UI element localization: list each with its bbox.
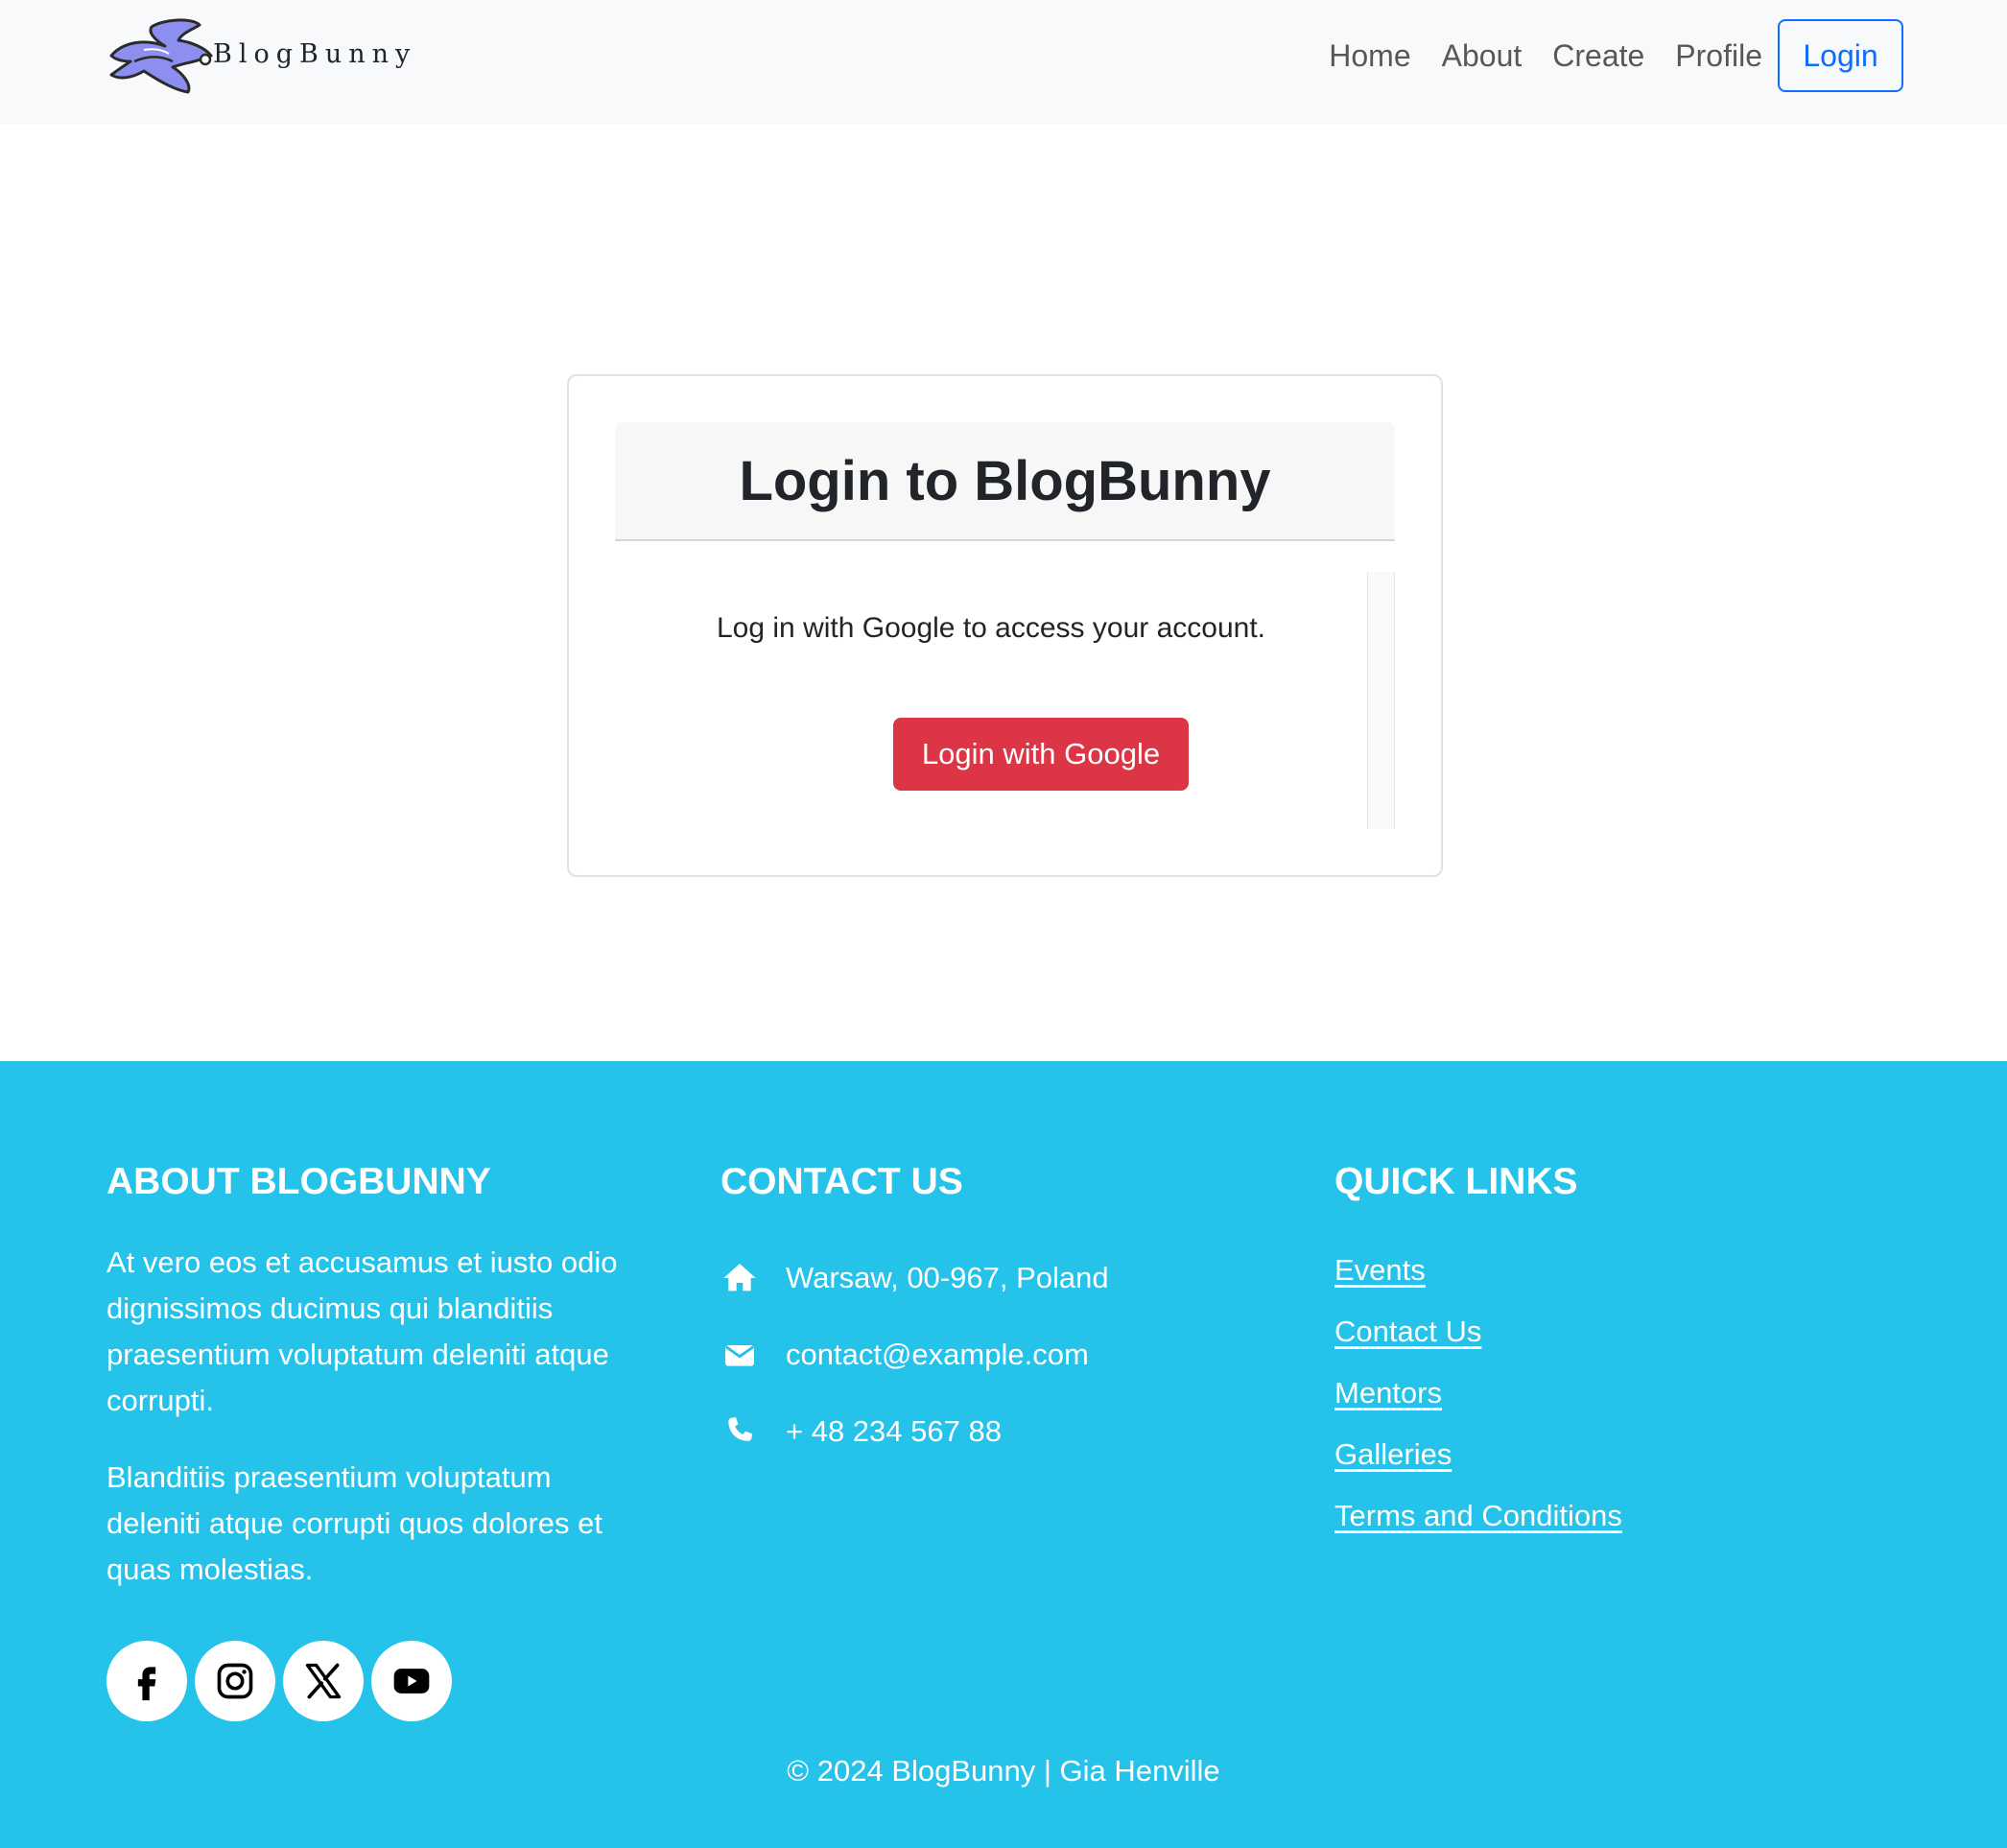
main-nav: Home About Create Profile Login	[1313, 19, 1903, 92]
login-instructions: Log in with Google to access your accoun…	[717, 612, 1265, 644]
footer-contact-column: CONTACT US Warsaw, 00-967, Poland contac…	[720, 1153, 1296, 1470]
quick-links-title: QUICK LINKS	[1334, 1161, 1578, 1202]
email-text[interactable]: contact@example.com	[786, 1338, 1089, 1372]
nav-profile[interactable]: Profile	[1660, 38, 1778, 74]
nav-create[interactable]: Create	[1537, 38, 1660, 74]
contact-phone: + 48 234 567 88	[720, 1393, 1296, 1470]
quick-link-terms[interactable]: Terms and Conditions	[1334, 1485, 1910, 1547]
footer: ABOUT BLOGBUNNY At vero eos et accusamus…	[0, 1061, 2007, 1848]
quick-link-galleries[interactable]: Galleries	[1334, 1424, 1910, 1485]
about-paragraph: At vero eos et accusamus et iusto odio d…	[106, 1245, 618, 1417]
about-title: ABOUT BLOGBUNNY	[106, 1161, 491, 1202]
phone-text: + 48 234 567 88	[786, 1414, 1002, 1448]
nav-home[interactable]: Home	[1313, 38, 1426, 74]
instagram-icon	[217, 1663, 253, 1699]
nav-about[interactable]: About	[1427, 38, 1538, 74]
login-card: Login to BlogBunny Log in with Google to…	[567, 374, 1443, 877]
x-icon	[305, 1663, 342, 1699]
brand-link[interactable]: BlogBunny	[106, 13, 416, 100]
x-link[interactable]	[283, 1641, 364, 1721]
footer-links-column: QUICK LINKS Events Contact Us Mentors Ga…	[1334, 1153, 1910, 1547]
contact-email: contact@example.com	[720, 1316, 1296, 1393]
youtube-link[interactable]	[371, 1641, 452, 1721]
facebook-link[interactable]	[106, 1641, 187, 1721]
social-links	[106, 1641, 653, 1721]
contact-title: CONTACT US	[720, 1161, 963, 1202]
quick-link-mentors[interactable]: Mentors	[1334, 1362, 1910, 1424]
phone-icon	[728, 1417, 753, 1441]
login-card-body: Log in with Google to access your accoun…	[615, 572, 1395, 829]
copyright-text: © 2024 BlogBunny | Gia Henville	[787, 1754, 1220, 1788]
navbar: BlogBunny Home About Create Profile Logi…	[0, 0, 2007, 124]
contact-address: Warsaw, 00-967, Poland	[720, 1240, 1296, 1316]
login-title: Login to BlogBunny	[739, 449, 1271, 512]
quick-link-contact-us[interactable]: Contact Us	[1334, 1301, 1910, 1362]
nav-login-button[interactable]: Login	[1778, 19, 1903, 92]
login-card-header: Login to BlogBunny	[615, 422, 1395, 541]
instagram-link[interactable]	[195, 1641, 275, 1721]
youtube-icon	[393, 1669, 430, 1694]
quick-links-list: Events Contact Us Mentors Galleries Term…	[1334, 1240, 1910, 1547]
bunny-logo-icon	[109, 18, 213, 94]
footer-about-column: ABOUT BLOGBUNNY At vero eos et accusamus…	[106, 1153, 653, 1721]
facebook-icon	[137, 1667, 156, 1701]
card-scrollbar[interactable]	[1367, 572, 1395, 829]
envelope-icon	[724, 1345, 755, 1366]
quick-link-events[interactable]: Events	[1334, 1240, 1910, 1301]
address-text: Warsaw, 00-967, Poland	[786, 1261, 1109, 1294]
contact-list: Warsaw, 00-967, Poland contact@example.c…	[720, 1240, 1296, 1470]
brand-name: BlogBunny	[213, 38, 417, 69]
home-icon	[723, 1264, 756, 1291]
login-with-google-button[interactable]: Login with Google	[893, 718, 1189, 791]
about-paragraph: Blanditiis praesentium voluptatum deleni…	[106, 1460, 602, 1586]
